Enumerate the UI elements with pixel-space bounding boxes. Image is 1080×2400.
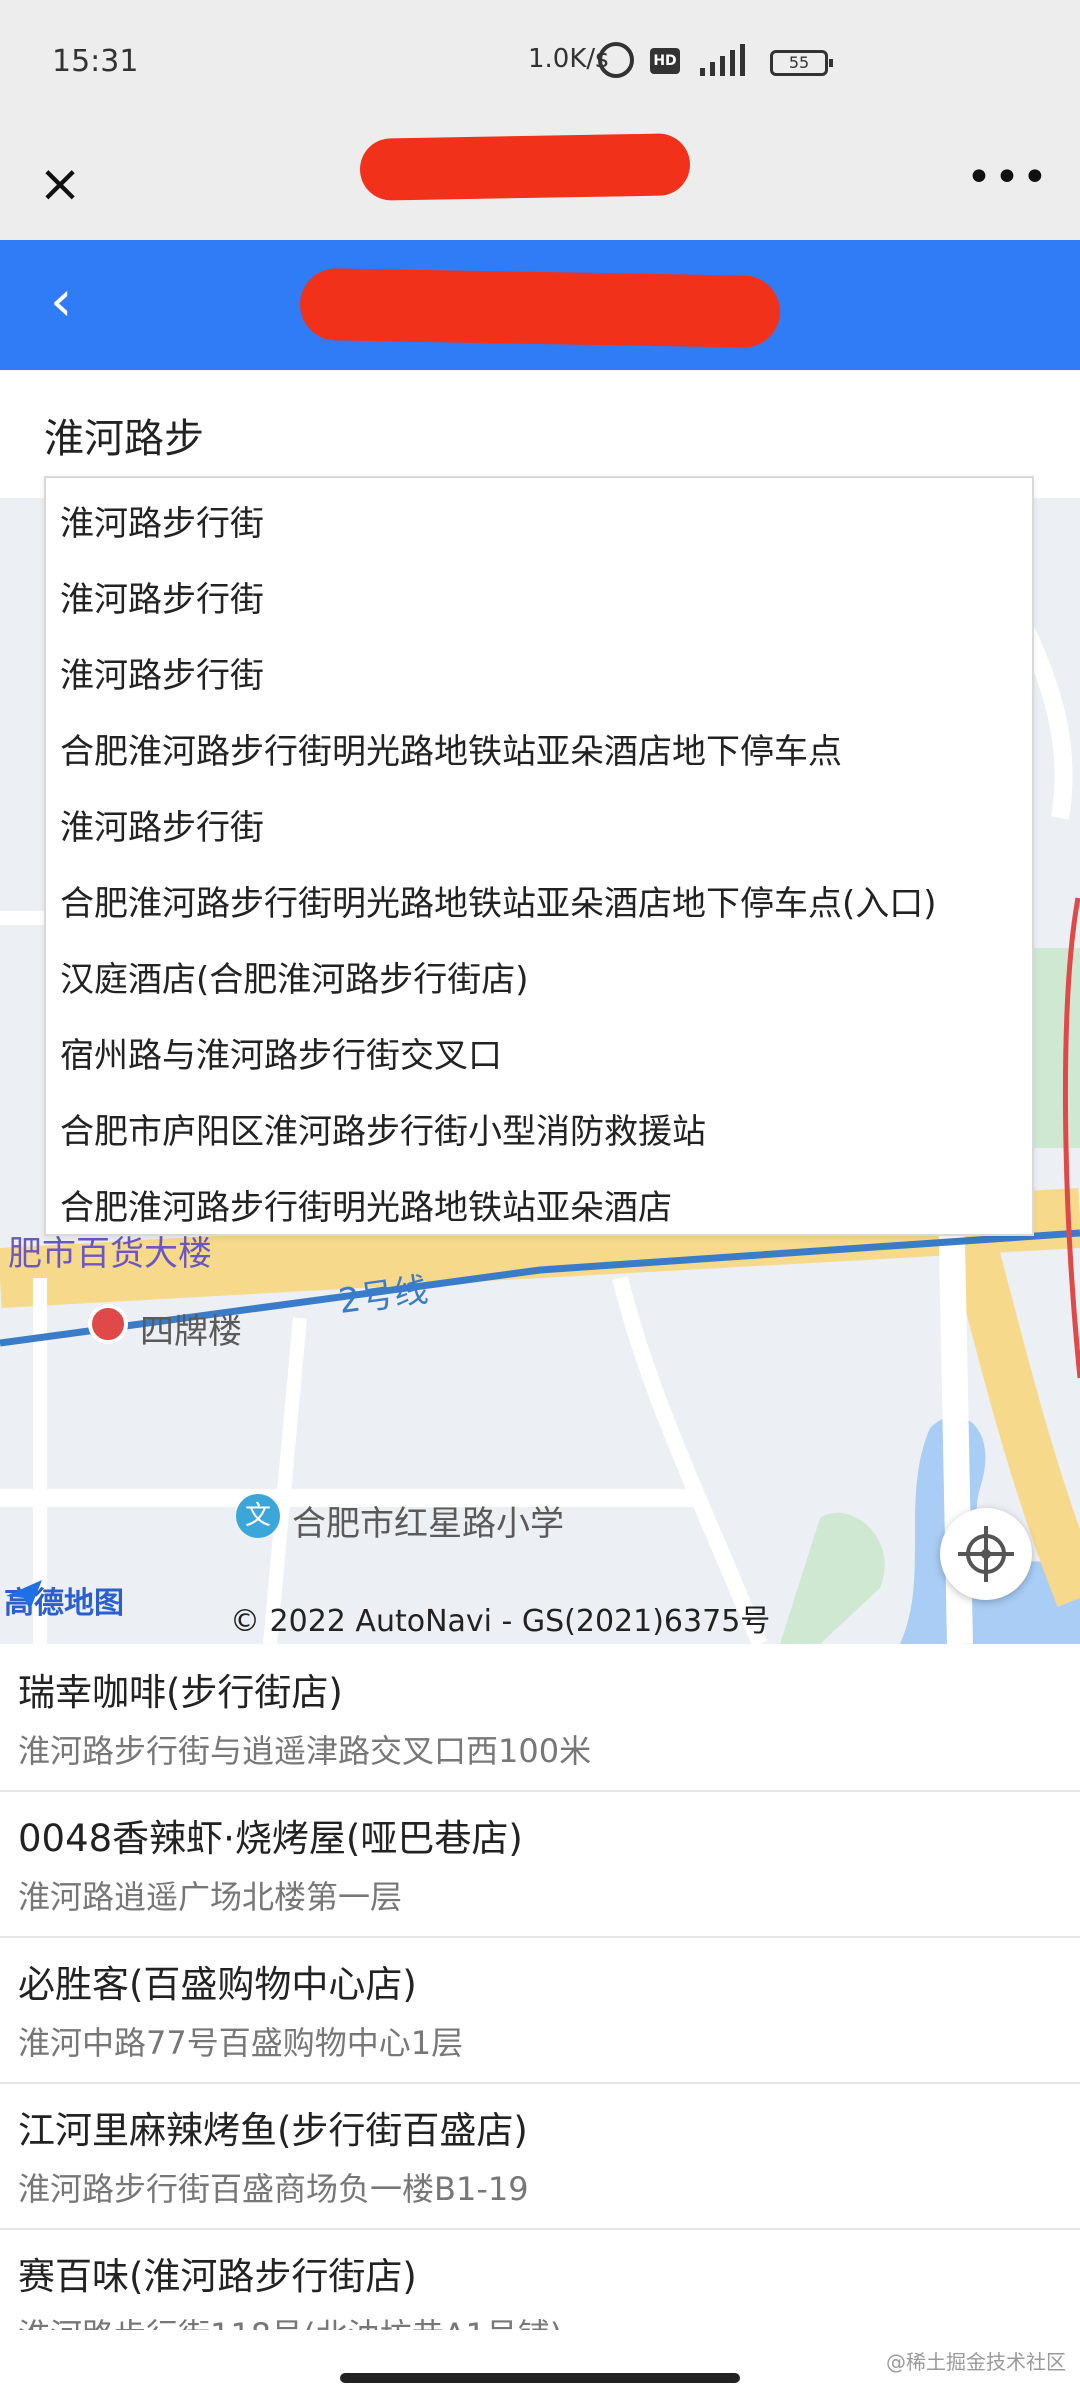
amap-logo-icon (6, 1580, 42, 1610)
home-indicator[interactable] (340, 2373, 740, 2383)
map-copyright: © 2022 AutoNavi - GS(2021)6375号 (230, 1604, 771, 1639)
signal-icon (700, 44, 745, 76)
close-icon[interactable]: × (34, 158, 86, 210)
map-label-station: 四牌楼 (140, 1312, 242, 1352)
suggestion-item[interactable]: 合肥市庐阳区淮河路步行街小型消防救援站 (60, 1104, 706, 1153)
locate-me-button[interactable] (940, 1508, 1032, 1600)
suggestion-item[interactable]: 合肥淮河路步行街明光路地铁站亚朵酒店地下停车点 (60, 724, 842, 773)
poi-address: 淮河路逍遥广场北楼第一层 (18, 1878, 403, 1916)
page-header: ‹ (0, 240, 1080, 370)
back-icon[interactable]: ‹ (50, 270, 90, 334)
poi-list-item[interactable]: 江河里麻辣烤鱼(步行街百盛店) 淮河路步行街百盛商场负一楼B1-19 (0, 2082, 1080, 2230)
poi-results-list: 瑞幸咖啡(步行街店) 淮河路步行街与逍遥津路交叉口西100米 0048香辣虾·烧… (0, 1644, 1080, 2330)
network-speed: 1.0K/s (528, 44, 609, 74)
map-label-school: 合肥市红星路小学 (292, 1504, 564, 1544)
search-input[interactable] (44, 400, 1024, 470)
status-time: 15:31 (52, 44, 139, 79)
suggestion-item[interactable]: 淮河路步行街 (60, 648, 264, 697)
hd-icon: HD (650, 48, 680, 74)
poi-address: 淮河路步行街百盛商场负一楼B1-19 (18, 2170, 529, 2208)
watermark: @稀土掘金技术社区 (886, 2350, 1066, 2374)
suggestion-item[interactable]: 淮河路步行街 (60, 800, 264, 849)
poi-name: 必胜客(百盛购物中心店) (18, 1963, 417, 2006)
metro-station-icon (88, 1304, 128, 1344)
poi-list-item[interactable]: 赛百味(淮河路步行街店) 淮河路步行街118号(北油坊巷A1号铺) (0, 2228, 1080, 2330)
search-suggestions-dropdown: 淮河路步行街 淮河路步行街 淮河路步行街 合肥淮河路步行街明光路地铁站亚朵酒店地… (44, 476, 1034, 1236)
suggestion-item[interactable]: 淮河路步行街 (60, 572, 264, 621)
suggestion-item[interactable]: 宿州路与淮河路步行街交叉口 (60, 1028, 502, 1077)
suggestion-item[interactable]: 汉庭酒店(合肥淮河路步行街店) (60, 952, 529, 1001)
poi-name: 江河里麻辣烤鱼(步行街百盛店) (18, 2109, 528, 2152)
suggestion-item[interactable]: 淮河路步行街 (60, 496, 264, 545)
school-icon: 文 (236, 1494, 280, 1538)
alarm-icon (598, 42, 634, 78)
redacted-title (359, 133, 691, 201)
redacted-page-title (299, 267, 781, 349)
suggestion-item[interactable]: 合肥淮河路步行街明光路地铁站亚朵酒店 (60, 1180, 672, 1229)
poi-name: 赛百味(淮河路步行街店) (18, 2255, 417, 2298)
poi-name: 瑞幸咖啡(步行街店) (18, 1671, 343, 1714)
battery-icon: 55 (770, 50, 833, 76)
poi-list-item[interactable]: 0048香辣虾·烧烤屋(哑巴巷店) 淮河路逍遥广场北楼第一层 (0, 1790, 1080, 1938)
app-top-bar: × ••• (0, 128, 1080, 240)
poi-address: 淮河路步行街与逍遥津路交叉口西100米 (18, 1732, 592, 1770)
poi-list-item[interactable]: 瑞幸咖啡(步行街店) 淮河路步行街与逍遥津路交叉口西100米 (0, 1644, 1080, 1792)
poi-name: 0048香辣虾·烧烤屋(哑巴巷店) (18, 1817, 523, 1860)
poi-address: 淮河中路77号百盛购物中心1层 (18, 2024, 464, 2062)
poi-address: 淮河路步行街118号(北油坊巷A1号铺) (18, 2310, 562, 2330)
map-provider-logo: 高德地图 (4, 1578, 124, 1622)
status-bar: 15:31 1.0K/s HD 55 (0, 0, 1080, 128)
poi-list-item[interactable]: 必胜客(百盛购物中心店) 淮河中路77号百盛购物中心1层 (0, 1936, 1080, 2084)
suggestion-item[interactable]: 合肥淮河路步行街明光路地铁站亚朵酒店地下停车点(入口) (60, 876, 937, 925)
more-options-icon[interactable]: ••• (966, 156, 1048, 203)
